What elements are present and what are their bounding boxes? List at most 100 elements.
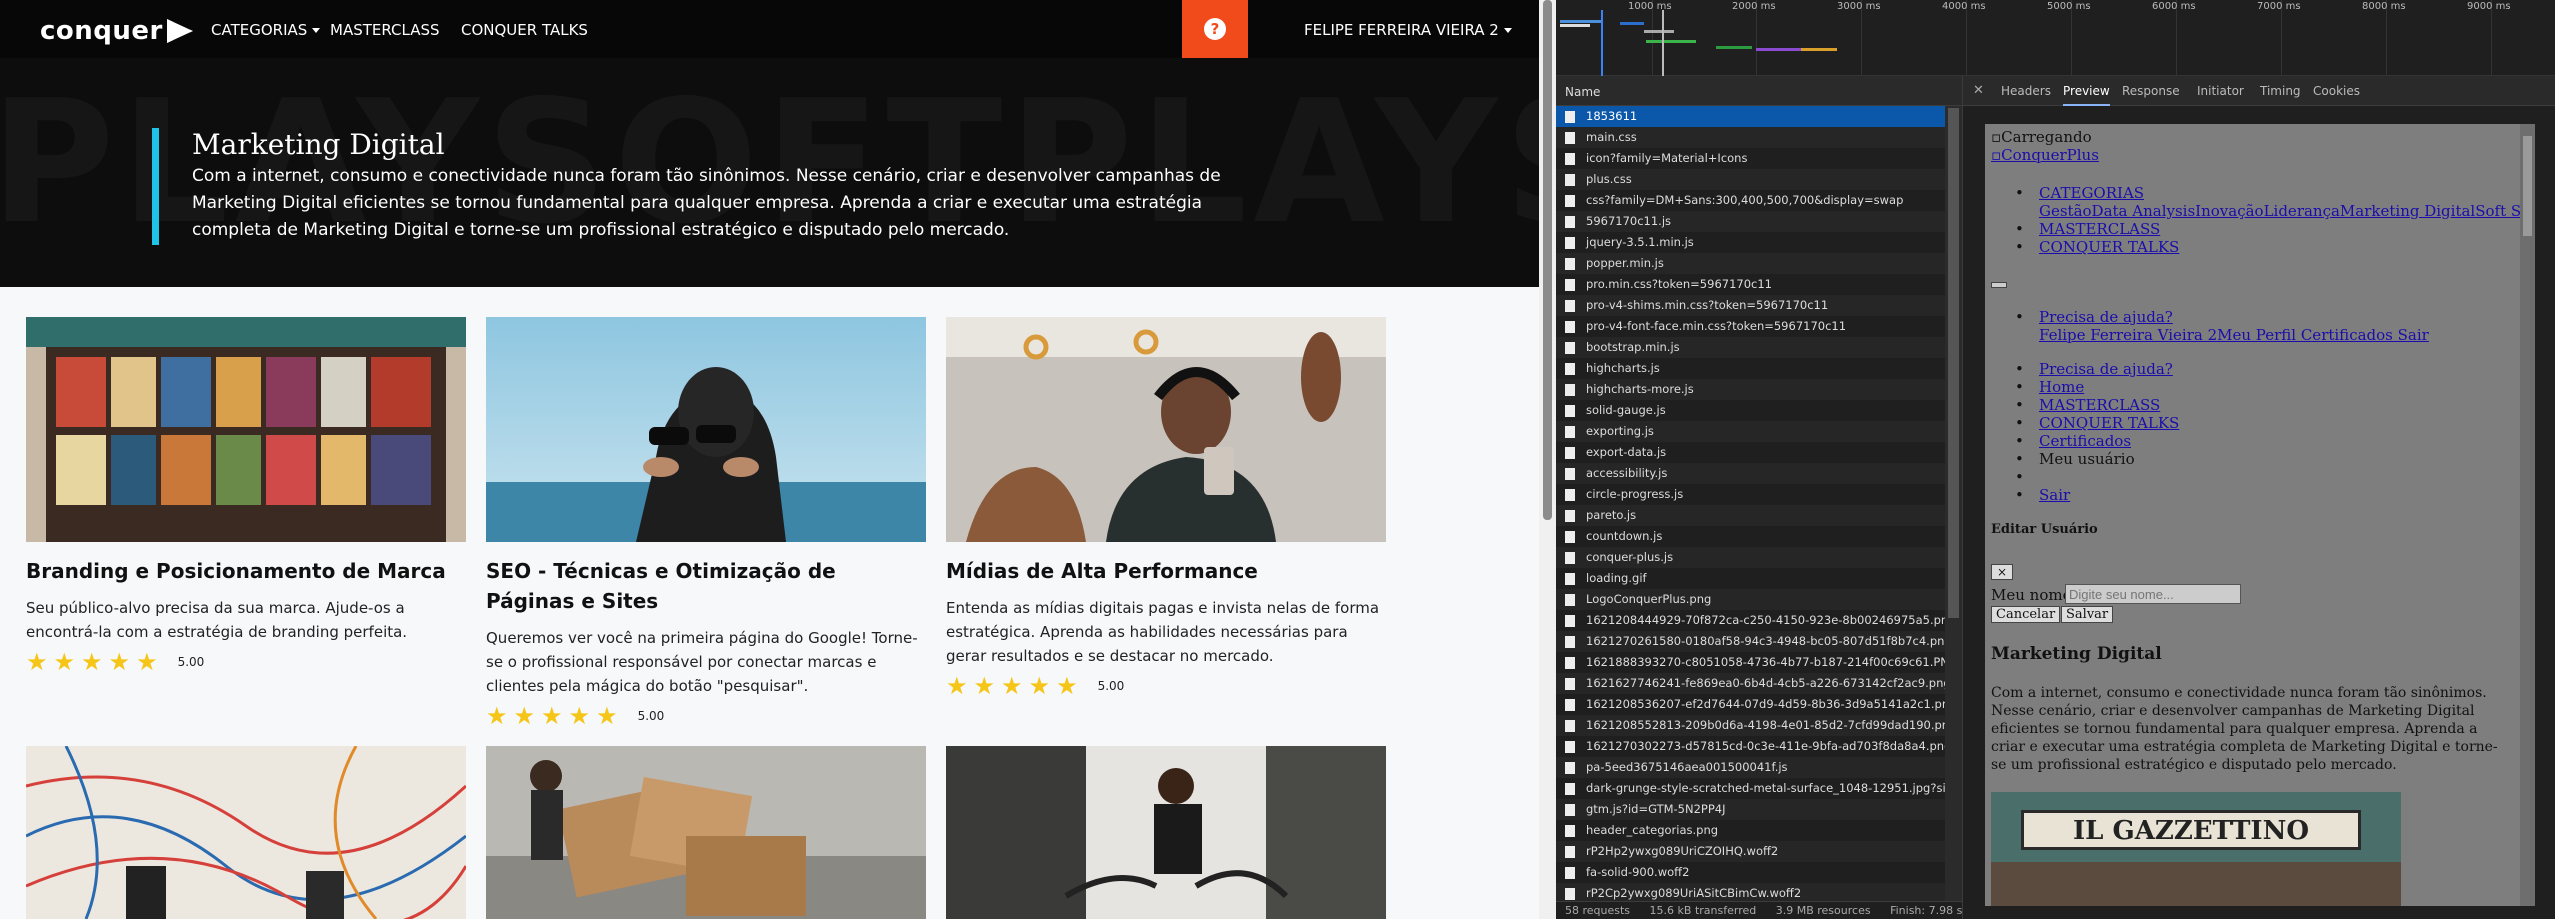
request-row[interactable]: circle-progress.js xyxy=(1556,484,1945,505)
preview-save-button[interactable]: Salvar xyxy=(2061,606,2114,623)
request-row[interactable]: highcharts-more.js xyxy=(1556,379,1945,400)
tab-cookies[interactable]: Cookies xyxy=(2313,84,2360,98)
request-name: rP2Cp2ywxg089UriASitCBimCw.woff2 xyxy=(1586,886,1802,900)
nav-conquer-talks[interactable]: CONQUER TALKS xyxy=(461,21,588,39)
course-card[interactable]: SEO - Técnicas e Otimização de Páginas e… xyxy=(486,317,926,728)
request-row[interactable]: highcharts.js xyxy=(1556,358,1945,379)
conquer-logo[interactable]: conquer xyxy=(40,16,193,46)
request-row[interactable]: pro-v4-shims.min.css?token=5967170c11 xyxy=(1556,295,1945,316)
course-title[interactable]: Mídias de Alta Performance xyxy=(946,556,1386,586)
request-row[interactable]: rP2Hp2ywxg089UriCZOIHQ.woff2 xyxy=(1556,841,1945,862)
request-list-scrollbar[interactable] xyxy=(1945,106,1962,901)
request-row[interactable]: LogoConquerPlus.png xyxy=(1556,589,1945,610)
request-row[interactable]: export-data.js xyxy=(1556,442,1945,463)
request-row[interactable]: 1621208536207-ef2d7644-07d9-4d59-8b36-3d… xyxy=(1556,694,1945,715)
preview-masterclass[interactable]: MASTERCLASS xyxy=(2039,220,2160,238)
request-row[interactable]: pro.min.css?token=5967170c11 xyxy=(1556,274,1945,295)
nav-masterclass[interactable]: MASTERCLASS xyxy=(330,21,440,39)
file-icon xyxy=(1565,216,1575,228)
request-row[interactable]: bootstrap.min.js xyxy=(1556,337,1945,358)
course-image[interactable] xyxy=(26,317,466,542)
help-button[interactable]: ? xyxy=(1182,0,1248,58)
preview-user-links[interactable]: Felipe Ferreira Vieira 2Meu Perfil Certi… xyxy=(2039,326,2429,344)
request-row[interactable]: icon?family=Material+Icons xyxy=(1556,148,1945,169)
request-list[interactable]: 1853611 main.css icon?family=Material+Icon… xyxy=(1556,106,1945,901)
request-row[interactable]: header_categorias.png xyxy=(1556,820,1945,841)
course-card[interactable] xyxy=(486,746,926,919)
course-image[interactable] xyxy=(946,746,1386,919)
request-row[interactable]: 1621208444929-70f872ca-c250-4150-923e-8b… xyxy=(1556,610,1945,631)
preview-logo-link[interactable]: ▫ConquerPlus xyxy=(1991,146,2099,164)
preview-certificados[interactable]: Certificados xyxy=(2039,432,2131,450)
course-image[interactable] xyxy=(946,317,1386,542)
network-timeline[interactable]: 1000 ms 2000 ms 3000 ms 4000 ms 5000 ms … xyxy=(1556,0,2555,76)
nav-categorias[interactable]: CATEGORIAS xyxy=(211,21,321,39)
request-row[interactable]: jquery-3.5.1.min.js xyxy=(1556,232,1945,253)
tab-timing[interactable]: Timing xyxy=(2260,84,2301,98)
page-scrollbar[interactable] xyxy=(1539,0,1556,919)
preview-sair[interactable]: Sair xyxy=(2039,486,2070,504)
page-scrollbar-thumb[interactable] xyxy=(1543,0,1552,520)
preview-cancel-button[interactable]: Cancelar xyxy=(1991,606,2061,623)
course-image[interactable] xyxy=(486,317,926,542)
request-row[interactable]: loading.gif xyxy=(1556,568,1945,589)
request-row[interactable]: exporting.js xyxy=(1556,421,1945,442)
request-row[interactable]: css?family=DM+Sans:300,400,500,700&displ… xyxy=(1556,190,1945,211)
preview-name-input[interactable] xyxy=(2065,584,2241,604)
course-image[interactable] xyxy=(26,746,466,919)
course-card[interactable]: Branding e Posicionamento de Marca Seu p… xyxy=(26,317,466,674)
request-row[interactable]: gtm.js?id=GTM-5N2PP4J xyxy=(1556,799,1945,820)
preview-help-link-2[interactable]: Precisa de ajuda? xyxy=(2039,360,2173,378)
tab-preview[interactable]: Preview xyxy=(2063,84,2110,106)
preview-categorias[interactable]: CATEGORIAS xyxy=(2039,184,2144,202)
request-row[interactable]: pa-5eed3675146aea001500041f.js xyxy=(1556,757,1945,778)
request-row[interactable]: 1621270302273-d57815cd-0c3e-411e-9bfa-ad… xyxy=(1556,736,1945,757)
preview-conquer-talks-2[interactable]: CONQUER TALKS xyxy=(2039,414,2179,432)
course-card[interactable] xyxy=(946,746,1386,919)
course-card[interactable]: Mídias de Alta Performance Entenda as mí… xyxy=(946,317,1386,698)
request-row[interactable]: 5967170c11.js xyxy=(1556,211,1945,232)
preview-help-link[interactable]: Precisa de ajuda? xyxy=(2039,308,2173,326)
request-row[interactable]: 1621627746241-fe869ea0-6b4d-4cb5-a226-67… xyxy=(1556,673,1945,694)
request-row[interactable]: main.css xyxy=(1556,127,1945,148)
course-card[interactable] xyxy=(26,746,466,919)
course-image[interactable] xyxy=(486,746,926,919)
preview-conquer-talks[interactable]: CONQUER TALKS xyxy=(2039,238,2179,256)
user-menu[interactable]: FELIPE FERREIRA VIEIRA 2 xyxy=(1304,21,1512,39)
preview-home[interactable]: Home xyxy=(2039,378,2084,396)
timeline-tick: 1000 ms xyxy=(1628,1,1672,12)
tab-initiator[interactable]: Initiator xyxy=(2197,84,2244,98)
request-list-scrollbar-thumb[interactable] xyxy=(1948,108,1959,618)
request-row[interactable]: solid-gauge.js xyxy=(1556,400,1945,421)
name-column-header[interactable]: Name xyxy=(1556,76,1962,106)
request-row[interactable]: popper.min.js xyxy=(1556,253,1945,274)
preview-scrollbar-thumb[interactable] xyxy=(2523,136,2532,236)
request-row[interactable]: 1621888393270-c8051058-4736-4b77-b187-21… xyxy=(1556,652,1945,673)
request-row[interactable]: 1853611 xyxy=(1556,106,1945,127)
preview-toggle-button[interactable] xyxy=(1991,282,2007,288)
preview-bullet: • xyxy=(2015,468,2024,486)
close-icon[interactable]: ✕ xyxy=(1973,83,1984,98)
request-row[interactable]: fa-solid-900.woff2 xyxy=(1556,862,1945,883)
request-row[interactable]: pro-v4-font-face.min.css?token=5967170c1… xyxy=(1556,316,1945,337)
preview-close-button[interactable]: × xyxy=(1991,564,2014,580)
request-row[interactable]: 1621208552813-209b0d6a-4198-4e01-85d2-7c… xyxy=(1556,715,1945,736)
course-title[interactable]: SEO - Técnicas e Otimização de Páginas e… xyxy=(486,556,926,616)
file-icon xyxy=(1565,510,1575,522)
preview-masterclass-2[interactable]: MASTERCLASS xyxy=(2039,396,2160,414)
request-row[interactable]: plus.css xyxy=(1556,169,1945,190)
request-row[interactable]: conquer-plus.js xyxy=(1556,547,1945,568)
preview-scrollbar[interactable] xyxy=(2520,124,2535,906)
course-title[interactable]: Branding e Posicionamento de Marca xyxy=(26,556,466,586)
preview-bullet: • xyxy=(2015,396,2024,414)
request-row[interactable]: pareto.js xyxy=(1556,505,1945,526)
request-row[interactable]: 1621270261580-0180af58-94c3-4948-bc05-80… xyxy=(1556,631,1945,652)
request-row[interactable]: accessibility.js xyxy=(1556,463,1945,484)
tab-headers[interactable]: Headers xyxy=(2001,84,2051,98)
status-finish: Finish: 7.98 s xyxy=(1890,904,1962,917)
preview-subcategorias[interactable]: GestãoData AnalysisInovaçãoLiderançaMark… xyxy=(2039,202,2535,220)
tab-response[interactable]: Response xyxy=(2122,84,2180,98)
request-row[interactable]: countdown.js xyxy=(1556,526,1945,547)
request-row[interactable]: dark-grunge-style-scratched-metal-surfac… xyxy=(1556,778,1945,799)
request-row[interactable]: rP2Cp2ywxg089UriASitCBimCw.woff2 xyxy=(1556,883,1945,901)
